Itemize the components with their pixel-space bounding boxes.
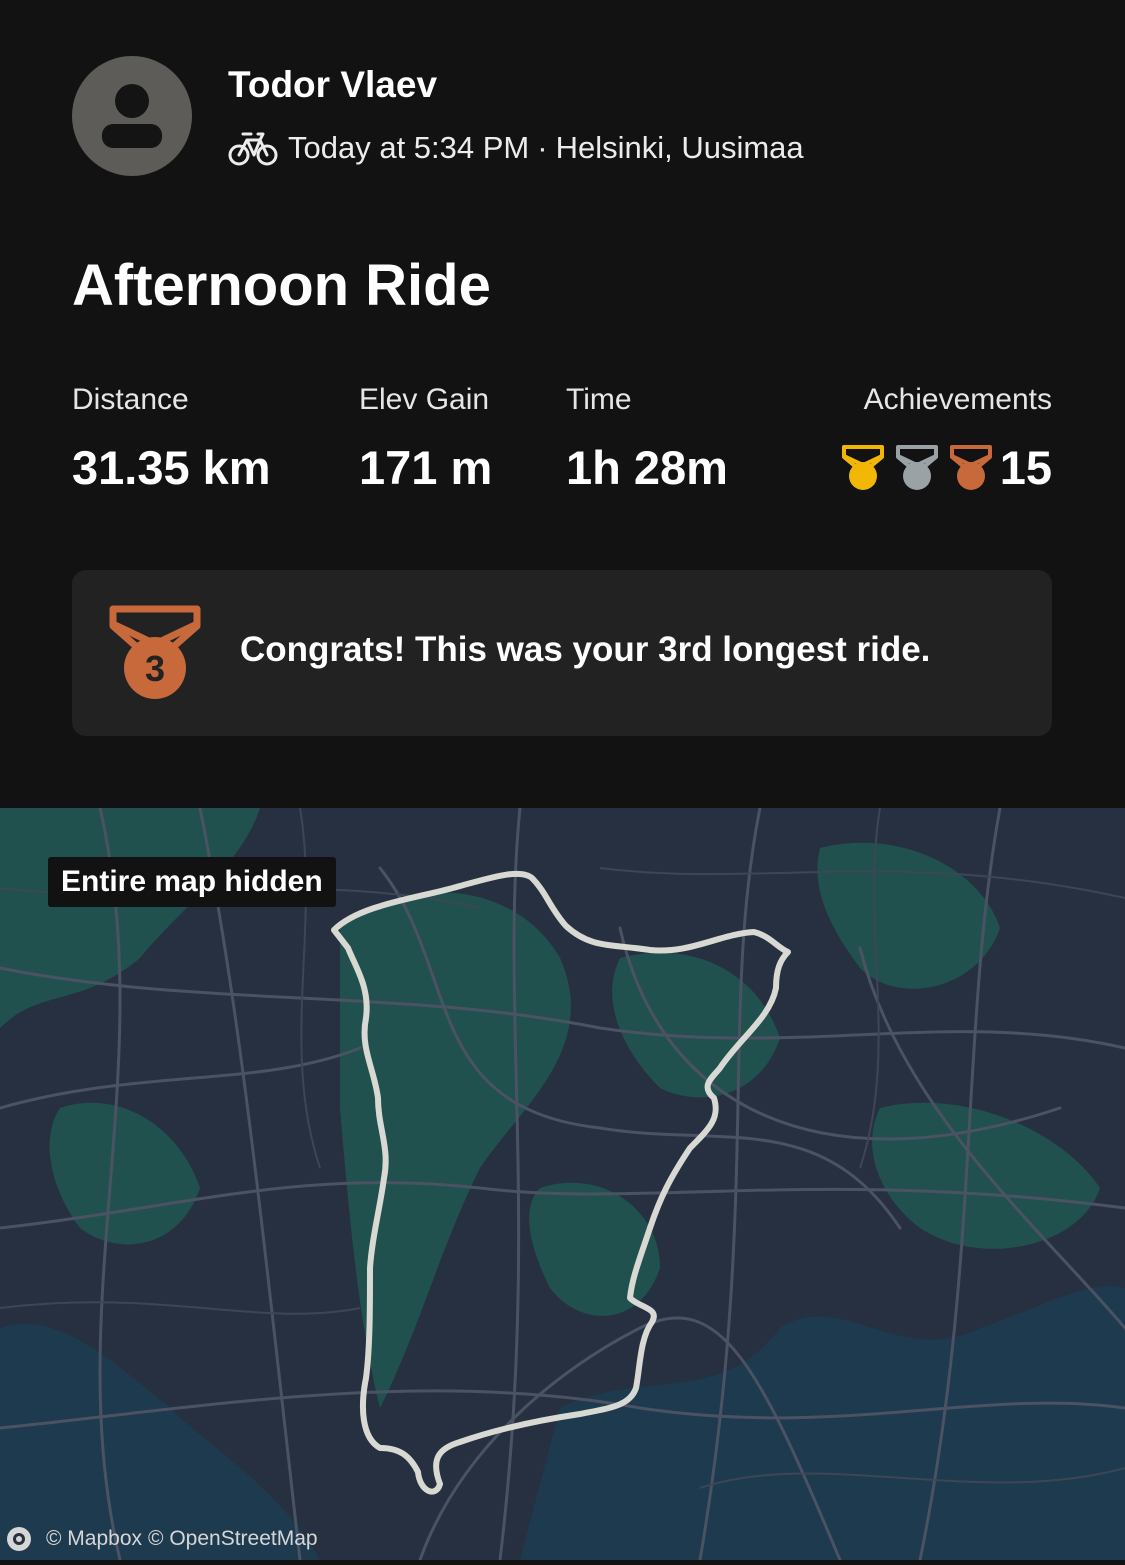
silver-medal-icon <box>895 445 938 490</box>
stat-time: Time 1h 28m <box>566 380 728 494</box>
stat-label: Elev Gain <box>359 383 490 416</box>
activity-header: Todor Vlaev Today at 5:34 PM · Helsinki,… <box>72 56 1052 176</box>
bronze-medal-icon <box>949 445 992 490</box>
map-canvas <box>0 808 1125 1560</box>
stat-achievements[interactable]: Achievements 15 <box>832 380 1052 494</box>
activity-location: Helsinki, Uusimaa <box>555 130 804 165</box>
gold-medal-icon <box>841 445 884 490</box>
activity-page: Todor Vlaev Today at 5:34 PM · Helsinki,… <box>0 0 1125 1565</box>
osm-attribution-link[interactable]: © OpenStreetMap <box>148 1527 318 1551</box>
congrats-message: Congrats! This was your 3rd longest ride… <box>240 630 931 669</box>
stat-distance: Distance 31.35 km <box>72 380 271 494</box>
stat-elev-gain: Elev Gain 171 m <box>359 380 492 494</box>
user-icon <box>102 84 162 148</box>
stat-value: 1h 28m <box>566 441 728 494</box>
map-attribution: © Mapbox © OpenStreetMap <box>6 1526 324 1552</box>
activity-date-time: Today at 5:34 PM <box>288 130 530 165</box>
stat-label: Distance <box>72 383 189 416</box>
medal-rank: 3 <box>145 648 165 689</box>
stat-value: 171 m <box>359 441 493 494</box>
mapbox-attribution-link[interactable]: © Mapbox <box>46 1527 142 1551</box>
stat-label: Time <box>566 383 632 416</box>
achievements-count: 15 <box>999 441 1052 494</box>
bronze-medal-icon: 3 <box>109 605 201 699</box>
stat-label: Achievements <box>863 383 1052 416</box>
congrats-card[interactable]: 3 Congrats! This was your 3rd longest ri… <box>72 570 1052 736</box>
stat-value: 31.35 km <box>72 441 271 494</box>
mapbox-logo-icon[interactable] <box>6 1526 32 1552</box>
map-hidden-badge: Entire map hidden <box>48 857 336 907</box>
activity-title: Afternoon Ride <box>72 253 491 318</box>
bike-icon <box>228 132 278 166</box>
route-map[interactable]: Entire map hidden © Mapbox © OpenStreetM… <box>0 808 1125 1560</box>
avatar[interactable] <box>72 56 192 176</box>
achievements-row: 15 <box>832 442 1052 494</box>
athlete-name[interactable]: Todor Vlaev <box>228 64 437 106</box>
activity-meta: Today at 5:34 PM · Helsinki, Uusimaa <box>228 126 804 170</box>
meta-separator: · <box>537 130 548 165</box>
